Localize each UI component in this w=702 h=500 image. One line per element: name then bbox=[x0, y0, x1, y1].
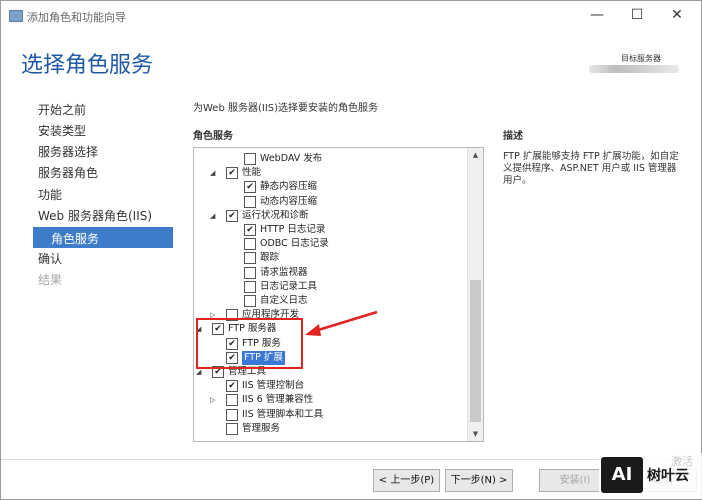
role-service-label: 日志记录工具 bbox=[260, 280, 318, 292]
tree-row[interactable]: ◢ ✔ 运行状况和诊断 bbox=[194, 209, 464, 223]
wizard-window: 添加角色和功能向导 — ☐ ✕ 选择角色服务 目标服务器 开始之前 安装类型 服… bbox=[0, 0, 702, 500]
maximize-button[interactable]: ☐ bbox=[617, 3, 657, 27]
role-service-checkbox[interactable]: ✔ bbox=[226, 380, 238, 393]
scroll-thumb[interactable] bbox=[470, 280, 481, 422]
tree-row[interactable]: WebDAV 发布 bbox=[194, 152, 464, 166]
role-service-checkbox[interactable]: ✔ bbox=[244, 224, 256, 236]
collapse-arrow-icon[interactable]: ◢ bbox=[210, 209, 218, 223]
page-title: 选择角色服务 bbox=[21, 53, 154, 78]
annotation-arrow-icon bbox=[305, 310, 378, 336]
nav-item-results: 结果 bbox=[38, 273, 63, 287]
role-service-checkbox[interactable]: ✔ bbox=[226, 209, 238, 222]
role-service-label: IIS 管理控制台 bbox=[242, 380, 305, 392]
tree-row[interactable]: ▷ IIS 6 管理兼容性 bbox=[194, 393, 464, 407]
window-title: 添加角色和功能向导 bbox=[27, 11, 126, 24]
nav-item-features[interactable]: 功能 bbox=[38, 186, 62, 203]
role-service-label: 请求监视器 bbox=[260, 266, 308, 278]
role-service-label: HTTP 日志记录 bbox=[260, 224, 326, 235]
nav-item-before-you-begin[interactable]: 开始之前 bbox=[38, 101, 86, 118]
tree-row[interactable]: 管理服务 bbox=[194, 422, 464, 436]
tree-row[interactable]: IIS 管理脚本和工具 bbox=[194, 408, 464, 422]
tree-row[interactable]: ✔ IIS 管理控制台 bbox=[194, 379, 464, 393]
expand-arrow-icon[interactable]: ▷ bbox=[210, 393, 218, 407]
tree-row[interactable]: ✔ HTTP 日志记录 bbox=[194, 223, 464, 237]
role-service-label: 性能 bbox=[242, 167, 262, 179]
tree-row[interactable]: ODBC 日志记录 bbox=[194, 237, 464, 251]
nav-item-confirmation[interactable]: 确认 bbox=[38, 250, 62, 267]
tree-row[interactable]: 自定义日志 bbox=[194, 294, 464, 308]
role-service-checkbox[interactable] bbox=[244, 153, 256, 165]
target-server-name-redacted bbox=[589, 65, 679, 73]
role-service-checkbox[interactable] bbox=[226, 422, 238, 435]
tree-row[interactable]: 请求监视器 bbox=[194, 266, 464, 280]
nav-item-role-services-active[interactable]: 角色服务 bbox=[33, 227, 173, 248]
tree-scrollbar[interactable]: ▲ ▼ bbox=[467, 148, 483, 441]
description-heading: 描述 bbox=[503, 131, 523, 142]
role-services-tree[interactable]: ▲ ▼ WebDAV 发布 ◢ ✔ 性能 ✔ 静态内容压缩 动态内容压缩 ◢ ✔ 运行状况和诊断 ✔… bbox=[193, 147, 484, 442]
role-service-checkbox[interactable] bbox=[226, 408, 238, 421]
collapse-arrow-icon[interactable]: ◢ bbox=[210, 166, 218, 180]
role-service-label: 自定义日志 bbox=[260, 295, 308, 306]
role-service-label: ODBC 日志记录 bbox=[260, 238, 329, 250]
description-text: FTP 扩展能够支持 FTP 扩展功能，如自定义提供程序、ASP.NET 用户或… bbox=[503, 151, 679, 186]
role-service-checkbox[interactable] bbox=[244, 295, 256, 307]
role-service-label: WebDAV 发布 bbox=[260, 153, 323, 164]
previous-button[interactable]: < 上一步(P) bbox=[373, 469, 440, 492]
scroll-up-arrow-icon[interactable]: ▲ bbox=[468, 148, 483, 162]
annotation-highlight-box bbox=[196, 318, 303, 369]
watermark-overlay: 激活 AI 树叶云 bbox=[599, 453, 702, 499]
role-service-checkbox[interactable]: ✔ bbox=[226, 167, 238, 180]
ai-logo-icon: AI bbox=[601, 457, 643, 493]
server-manager-icon bbox=[9, 10, 23, 22]
title-bar: 添加角色和功能向导 — ☐ ✕ bbox=[1, 1, 701, 31]
role-service-label: 静态内容压缩 bbox=[260, 181, 318, 193]
role-service-label: 动态内容压缩 bbox=[260, 195, 318, 207]
role-service-label: IIS 6 管理兼容性 bbox=[242, 394, 314, 406]
tree-row[interactable]: ✔ 静态内容压缩 bbox=[194, 180, 464, 194]
scroll-down-arrow-icon[interactable]: ▼ bbox=[468, 427, 483, 441]
target-server-label: 目标服务器 bbox=[621, 54, 661, 63]
tree-row[interactable]: 日志记录工具 bbox=[194, 280, 464, 294]
role-service-checkbox[interactable]: ✔ bbox=[244, 181, 256, 194]
instruction-text: 为Web 服务器(IIS)选择要安装的角色服务 bbox=[193, 103, 379, 114]
tree-row[interactable]: 跟踪 bbox=[194, 251, 464, 265]
role-service-label: 运行状况和诊断 bbox=[242, 209, 309, 221]
nav-item-server-roles[interactable]: 服务器角色 bbox=[38, 164, 98, 181]
next-button[interactable]: 下一步(N) > bbox=[445, 469, 513, 492]
brand-watermark-text: 树叶云 bbox=[647, 468, 689, 484]
role-service-checkbox[interactable] bbox=[226, 394, 238, 407]
role-service-checkbox[interactable] bbox=[244, 238, 256, 251]
nav-item-server-selection[interactable]: 服务器选择 bbox=[38, 143, 98, 160]
nav-active-label: 角色服务 bbox=[51, 232, 100, 246]
role-service-checkbox[interactable] bbox=[244, 280, 256, 293]
role-service-checkbox[interactable] bbox=[244, 195, 256, 208]
close-button[interactable]: ✕ bbox=[657, 3, 697, 27]
role-service-label: IIS 管理脚本和工具 bbox=[242, 408, 324, 420]
nav-item-web-server-role[interactable]: Web 服务器角色(IIS) bbox=[38, 207, 152, 224]
tree-row[interactable]: 动态内容压缩 bbox=[194, 195, 464, 209]
tree-row[interactable]: ◢ ✔ 性能 bbox=[194, 166, 464, 180]
role-service-checkbox[interactable] bbox=[244, 266, 256, 279]
role-service-label: 管理服务 bbox=[242, 422, 281, 434]
footer-divider bbox=[1, 459, 701, 460]
role-services-heading: 角色服务 bbox=[193, 131, 233, 142]
role-service-label: 跟踪 bbox=[260, 252, 280, 264]
minimize-button[interactable]: — bbox=[577, 3, 617, 27]
role-service-checkbox[interactable] bbox=[244, 252, 256, 265]
nav-item-installation-type[interactable]: 安装类型 bbox=[38, 122, 86, 139]
